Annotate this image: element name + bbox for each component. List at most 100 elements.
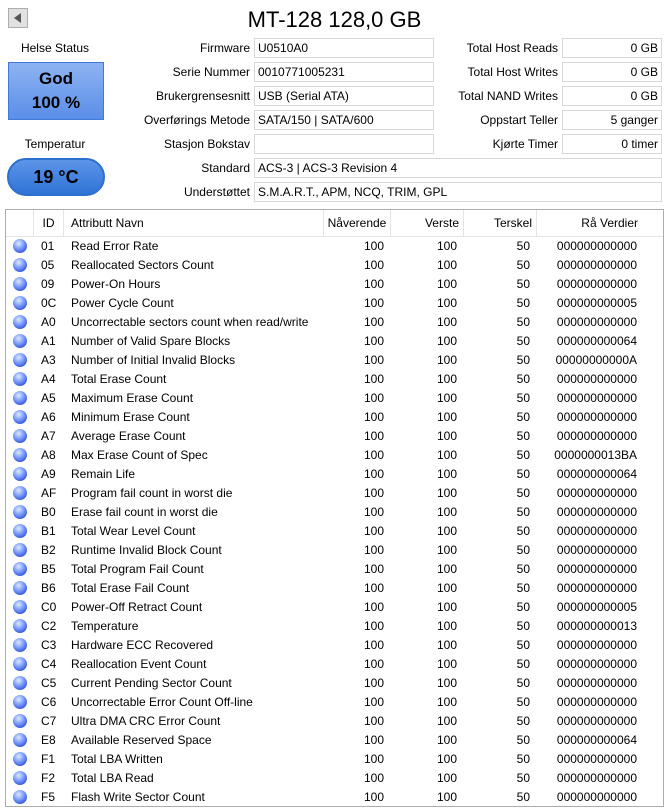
raw-value: 000000000000	[556, 524, 637, 538]
status-dot-icon	[11, 484, 29, 503]
host-writes-label: Total Host Writes	[467, 65, 558, 79]
table-row[interactable]: F1 Total LBA Written 100 100 50 000000000000	[6, 750, 663, 769]
header-current[interactable]: Nåverende	[324, 210, 391, 236]
status-dot-icon	[11, 769, 29, 788]
table-row[interactable]: A7 Average Erase Count 100 100 50 00000000000…	[6, 427, 663, 446]
table-row[interactable]: A4 Total Erase Count 100 100 50 000000000000	[6, 370, 663, 389]
worst-value: 100	[436, 353, 457, 367]
current-value: 100	[363, 258, 384, 272]
table-row[interactable]: B6 Total Erase Fail Count 100 100 50 00000000…	[6, 579, 663, 598]
table-row[interactable]: E8 Available Reserved Space 100 100 50 000000…	[6, 731, 663, 750]
health-status-badge[interactable]: God 100 %	[8, 62, 104, 120]
table-row[interactable]: 01 Read Error Rate 100 100 50 000000000000	[6, 237, 663, 256]
worst-value: 100	[436, 429, 457, 443]
attribute-name: Total Wear Level Count	[71, 524, 196, 538]
header-threshold[interactable]: Terskel	[464, 210, 537, 236]
threshold-value: 50	[516, 391, 530, 405]
attribute-name: Runtime Invalid Block Count	[71, 543, 222, 557]
raw-value: 000000000064	[556, 733, 637, 747]
raw-value: 000000000000	[556, 790, 637, 804]
temperature-badge[interactable]: 19 °C	[7, 158, 105, 196]
worst-value: 100	[436, 714, 457, 728]
table-row[interactable]: 09 Power-On Hours 100 100 50 000000000000	[6, 275, 663, 294]
table-row[interactable]: A5 Maximum Erase Count 100 100 50 00000000000…	[6, 389, 663, 408]
table-row[interactable]: B5 Total Program Fail Count 100 100 50 000000…	[6, 560, 663, 579]
attribute-name: Remain Life	[71, 467, 136, 481]
table-row[interactable]: B1 Total Wear Level Count 100 100 50 00000000…	[6, 522, 663, 541]
raw-value: 000000000000	[556, 543, 637, 557]
header-worst[interactable]: Verste	[391, 210, 464, 236]
raw-value: 000000000000	[556, 410, 637, 424]
status-dot-icon	[11, 541, 29, 560]
table-row[interactable]: C7 Ultra DMA CRC Error Count 100 100 50 00000…	[6, 712, 663, 731]
status-dot-icon	[11, 655, 29, 674]
raw-value: 000000000000	[556, 695, 637, 709]
threshold-value: 50	[516, 619, 530, 633]
threshold-value: 50	[516, 676, 530, 690]
table-header: ID Attributt Navn Nåverende Verste Tersk…	[6, 210, 663, 237]
worst-value: 100	[436, 524, 457, 538]
table-row[interactable]: A1 Number of Valid Spare Blocks 100 100 50 00…	[6, 332, 663, 351]
status-dot-icon	[11, 332, 29, 351]
header-name[interactable]: Attributt Navn	[64, 210, 324, 236]
table-row[interactable]: C6 Uncorrectable Error Count Off-line 100 1…	[6, 693, 663, 712]
table-row[interactable]: A9 Remain Life 100 100 50 000000000064	[6, 465, 663, 484]
attribute-name: Number of Valid Spare Blocks	[71, 334, 231, 348]
worst-value: 100	[436, 733, 457, 747]
table-row[interactable]: C0 Power-Off Retract Count 100 100 50 0000000…	[6, 598, 663, 617]
worst-value: 100	[436, 752, 457, 766]
threshold-value: 50	[516, 277, 530, 291]
attribute-name: Power-Off Retract Count	[71, 600, 203, 614]
table-row[interactable]: B0 Erase fail count in worst die 100 100 50 0…	[6, 503, 663, 522]
attribute-id: A6	[41, 410, 56, 424]
status-dot-icon	[11, 503, 29, 522]
drive-letter-label: Stasjon Bokstav	[163, 137, 250, 151]
table-row[interactable]: A0 Uncorrectable sectors count when read/…	[6, 313, 663, 332]
attribute-id: A8	[41, 448, 56, 462]
worst-value: 100	[436, 410, 457, 424]
table-body: 01 Read Error Rate 100 100 50 000000000000 05 R…	[6, 237, 663, 806]
table-row[interactable]: F5 Flash Write Sector Count 100 100 50 000000…	[6, 788, 663, 806]
table-row[interactable]: A3 Number of Initial Invalid Blocks 100 100…	[6, 351, 663, 370]
smart-attributes-table[interactable]: ID Attributt Navn Nåverende Verste Tersk…	[5, 209, 664, 807]
attribute-id: C5	[41, 676, 57, 690]
status-dot-icon	[11, 446, 29, 465]
table-row[interactable]: F2 Total LBA Read 100 100 50 000000000000	[6, 769, 663, 788]
header-id[interactable]: ID	[34, 210, 64, 236]
threshold-value: 50	[516, 714, 530, 728]
threshold-value: 50	[516, 486, 530, 500]
threshold-value: 50	[516, 638, 530, 652]
header-raw[interactable]: Rå Verdier	[537, 210, 643, 236]
attribute-name: Total Erase Fail Count	[71, 581, 190, 595]
attribute-name: Read Error Rate	[71, 239, 159, 253]
attribute-id: C6	[41, 695, 57, 709]
table-row[interactable]: C2 Temperature 100 100 50 000000000013	[6, 617, 663, 636]
status-dot-icon	[11, 522, 29, 541]
raw-value: 00000000000A	[555, 353, 637, 367]
worst-value: 100	[436, 258, 457, 272]
current-value: 100	[363, 334, 384, 348]
header-status[interactable]	[6, 210, 34, 236]
threshold-value: 50	[516, 410, 530, 424]
table-row[interactable]: 0C Power Cycle Count 100 100 50 000000000005	[6, 294, 663, 313]
table-row[interactable]: C4 Reallocation Event Count 100 100 50 000000…	[6, 655, 663, 674]
table-row[interactable]: A6 Minimum Erase Count 100 100 50 00000000000…	[6, 408, 663, 427]
table-row[interactable]: 05 Reallocated Sectors Count 100 100 50 00000…	[6, 256, 663, 275]
raw-value: 000000000000	[556, 258, 637, 272]
current-value: 100	[363, 410, 384, 424]
worst-value: 100	[436, 695, 457, 709]
current-value: 100	[363, 505, 384, 519]
attribute-name: Program fail count in worst die	[71, 486, 233, 500]
status-dot-icon	[11, 275, 29, 294]
attribute-id: B5	[41, 562, 56, 576]
threshold-value: 50	[516, 733, 530, 747]
raw-value: 000000000000	[556, 657, 637, 671]
table-row[interactable]: C5 Current Pending Sector Count 100 100 50 00…	[6, 674, 663, 693]
table-row[interactable]: A8 Max Erase Count of Spec 100 100 50 0000000…	[6, 446, 663, 465]
table-row[interactable]: C3 Hardware ECC Recovered 100 100 50 00000000…	[6, 636, 663, 655]
table-row[interactable]: B2 Runtime Invalid Block Count 100 100 50 000…	[6, 541, 663, 560]
raw-value: 000000000000	[556, 391, 637, 405]
raw-value: 000000000064	[556, 334, 637, 348]
status-dot-icon	[11, 351, 29, 370]
table-row[interactable]: AF Program fail count in worst die 100 100 5…	[6, 484, 663, 503]
